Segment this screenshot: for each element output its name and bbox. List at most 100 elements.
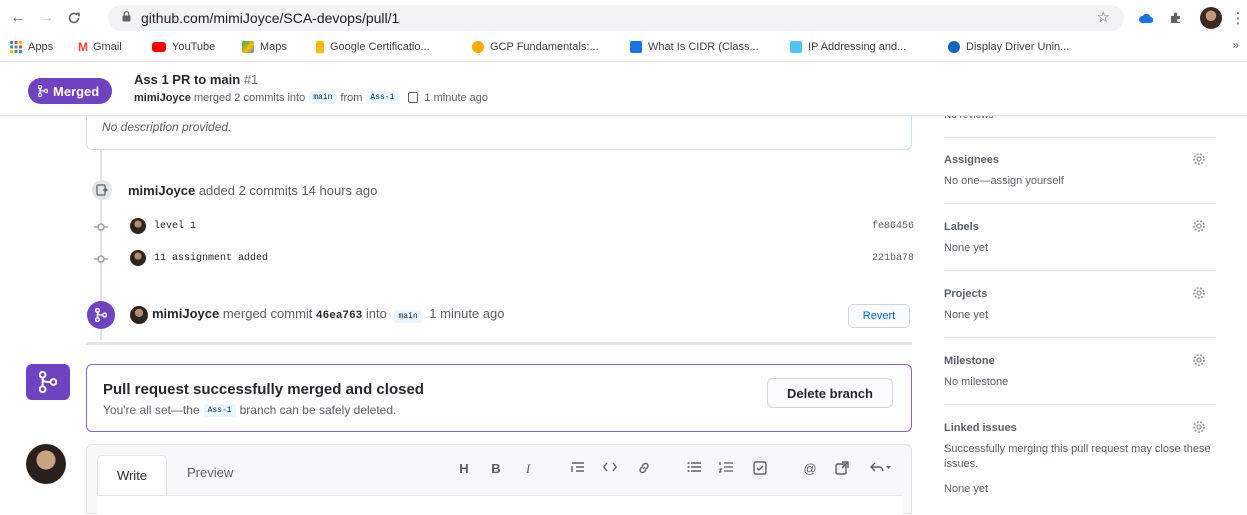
tab-preview[interactable]: Preview [187,465,233,480]
merged-status-subtitle: You're all set—the Ass-1 branch can be s… [103,403,396,417]
gear-icon[interactable] [1192,219,1206,233]
sidebar-heading[interactable]: Projects [944,288,987,300]
saved-replies-dropdown-icon[interactable] [867,461,893,476]
merge-time: 1 minute ago [429,306,505,321]
bookmark-gmail[interactable]: M Gmail [78,39,122,55]
bookmark-label: Gmail [93,41,122,53]
gear-icon[interactable] [1192,286,1206,300]
browser-chrome: ← → github.com/mimiJoyce/SCA-devops/pull… [0,0,1247,62]
heading-tool-icon[interactable]: H [455,461,473,476]
git-merge-icon [39,371,57,393]
cloud-extension-icon[interactable] [1136,8,1156,28]
merge-into-text: into [365,306,387,321]
bookmark-youtube[interactable]: YouTube [152,39,215,55]
bookmark-label: Apps [28,41,54,53]
gear-icon[interactable] [1192,152,1206,166]
pr-author-link[interactable]: mimiJoyce [134,92,191,104]
sidebar-heading[interactable]: Linked issues [944,422,1017,434]
bold-tool-icon[interactable]: B [487,461,505,476]
commits-author-link[interactable]: mimiJoyce [128,183,195,198]
copy-icon[interactable] [408,92,419,103]
bulleted-list-tool-icon[interactable] [685,461,703,476]
avatar[interactable] [130,250,146,266]
bookmark-ip-addressing[interactable]: IP Addressing and... [790,39,906,55]
code-tool-icon[interactable] [601,461,619,476]
merged-status-badge: Merged [28,78,113,104]
bookmark-what-is-cidr[interactable]: What Is CIDR (Class... [630,39,759,55]
pr-sticky-header: Merged Ass 1 PR to main #1 mimiJoyce mer… [0,62,1247,116]
comment-editor: Write Preview H B I @ [86,444,912,515]
head-branch-label[interactable]: Ass-1 [366,91,399,104]
sidebar-value: Successfully merging this pull request m… [944,443,1211,470]
tab-write[interactable]: Write [97,455,167,495]
maps-icon [242,41,254,53]
avatar[interactable] [26,444,66,484]
bookmark-label: GCP Fundamentals:... [490,41,599,53]
pr-time: 1 minute ago [424,91,489,104]
sidebar-projects: Projects None yet [944,286,1216,338]
cross-reference-tool-icon[interactable] [833,461,851,478]
url-bar[interactable]: github.com/mimiJoyce/SCA-devops/pull/1 ☆ [108,5,1124,31]
sidebar-value[interactable]: No one—assign yourself [944,174,1064,189]
sidebar-linked-issues: Linked issues Successfully merging this … [944,420,1216,506]
comment-textarea[interactable] [97,495,903,515]
puzzle-extensions-icon[interactable] [1166,8,1186,28]
avatar[interactable] [130,306,148,324]
commit-sha-link[interactable]: fe86456 [872,221,914,232]
git-commit-icon [94,223,108,231]
sidebar-heading[interactable]: Labels [944,221,979,233]
commit-message-link[interactable]: 11 assignment added [154,253,268,264]
merge-author-link[interactable]: mimiJoyce [152,306,219,321]
forward-arrow-icon[interactable]: → [36,8,56,28]
certification-icon [316,41,324,53]
delete-branch-button[interactable]: Delete branch [767,378,893,408]
sidebar-heading[interactable]: Assignees [944,154,999,166]
merged-status-icon [26,364,70,400]
sidebar-value: None yet [944,483,989,495]
merge-commit-sha-link[interactable]: 46ea763 [316,310,362,322]
bookmarks-overflow-chevron-icon[interactable]: » [1232,38,1239,52]
commit-row: 11 assignment added 221ba78 [88,248,914,270]
reload-icon[interactable] [64,8,84,28]
back-arrow-icon[interactable]: ← [8,8,28,28]
merge-event-text: mimiJoyce merged commit 46ea763 into mai… [152,306,505,323]
menu-dots-icon[interactable]: ⋮ [1228,8,1247,28]
numbered-list-tool-icon[interactable] [717,461,735,476]
italic-tool-icon[interactable]: I [519,461,537,477]
mention-tool-icon[interactable]: @ [801,461,819,476]
merge-branch-label[interactable]: main [394,310,422,323]
merged-status-label: Merged [53,83,100,99]
base-branch-label[interactable]: main [309,91,337,104]
bookmark-apps[interactable]: Apps [10,39,53,55]
link-tool-icon[interactable] [635,461,653,478]
merged-branch-label[interactable]: Ass-1 [203,403,236,417]
bookmark-maps[interactable]: Maps [242,39,287,55]
sidebar-value: No milestone [944,376,1009,388]
commit-sha-link[interactable]: 221ba78 [872,253,914,264]
quote-tool-icon[interactable] [569,461,587,476]
gear-icon[interactable] [1192,420,1206,434]
bookmark-label: Display Driver Unin... [966,41,1070,53]
bookmark-display-driver[interactable]: Display Driver Unin... [948,39,1069,55]
pr-number: #1 [243,72,259,87]
sidebar-value: None yet [944,242,989,254]
display-driver-icon [948,41,960,53]
bookmark-google-certification[interactable]: Google Certificatio... [316,39,430,55]
description-text: No description provided. [102,120,232,134]
bookmark-star-icon[interactable]: ☆ [1097,8,1110,26]
revert-button[interactable]: Revert [848,304,910,328]
bookmark-label: YouTube [172,41,216,53]
avatar[interactable] [130,218,146,234]
commits-event-description: added 2 commits 14 hours ago [198,183,378,198]
commit-message-link[interactable]: level 1 [154,221,196,232]
profile-avatar[interactable] [1200,7,1222,29]
gmail-icon: M [78,40,88,54]
sidebar-heading[interactable]: Milestone [944,355,995,367]
task-list-tool-icon[interactable] [751,461,769,478]
gear-icon[interactable] [1192,353,1206,367]
pr-title-text: Ass 1 PR to main [134,72,241,87]
pr-merged-text: merged 2 commits into [193,91,306,104]
apps-grid-icon [10,41,22,53]
merged-commit-text: merged commit [222,306,313,321]
bookmark-gcp-fundamentals[interactable]: GCP Fundamentals:... [472,39,599,55]
